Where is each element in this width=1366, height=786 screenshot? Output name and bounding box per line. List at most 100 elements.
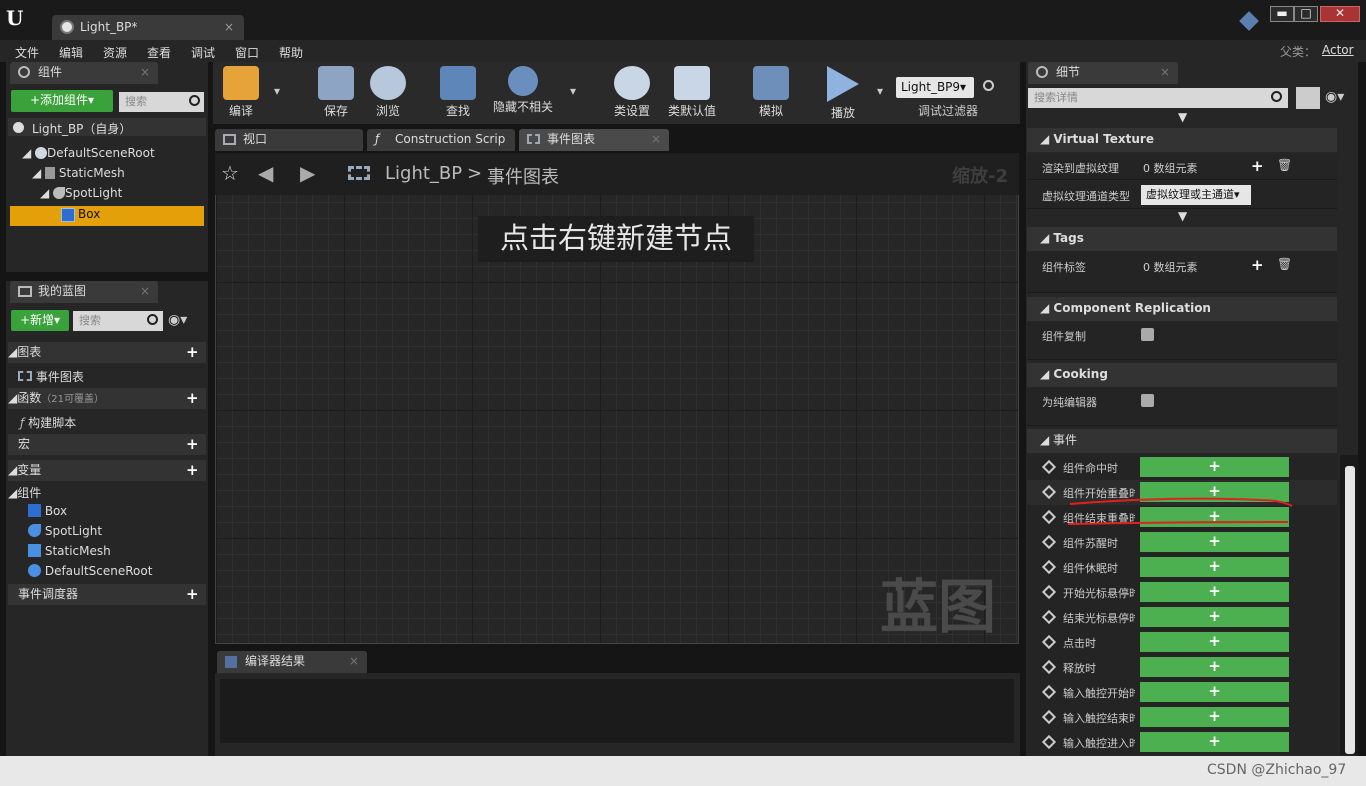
menu-file[interactable]: 文件: [15, 44, 39, 61]
replicates-checkbox[interactable]: [1141, 328, 1154, 341]
add-event-button[interactable]: +: [1140, 632, 1289, 652]
add-dispatcher-icon[interactable]: +: [186, 584, 199, 604]
add-event-button[interactable]: +: [1140, 657, 1289, 677]
add-graph-icon[interactable]: +: [186, 342, 199, 362]
add-function-icon[interactable]: +: [186, 388, 199, 408]
add-event-button[interactable]: +: [1140, 457, 1289, 477]
star-icon[interactable]: ☆: [221, 161, 239, 185]
event-label: 开始光标悬停时: [1063, 587, 1135, 600]
details-search-input[interactable]: 搜索详情: [1028, 88, 1288, 108]
find-button[interactable]: 查找: [430, 64, 486, 122]
category-events[interactable]: ◢ 事件: [1027, 429, 1337, 453]
parent-class-link[interactable]: Actor: [1322, 43, 1354, 57]
close-icon[interactable]: ×: [140, 281, 150, 302]
add-variable-icon[interactable]: +: [186, 460, 199, 480]
browse-icon: [370, 66, 406, 100]
scene-icon: [28, 564, 41, 577]
minimize-button[interactable]: ▬: [1270, 6, 1294, 22]
section-event-dispatchers[interactable]: 事件调度器 +: [8, 584, 206, 605]
var-staticmesh[interactable]: StaticMesh: [28, 544, 111, 558]
category-component-replication[interactable]: ◢ Component Replication: [1027, 297, 1337, 321]
add-element-icon[interactable]: +: [1251, 157, 1264, 175]
trash-icon[interactable]: 🗑: [1277, 257, 1292, 271]
add-event-button[interactable]: +: [1140, 582, 1289, 602]
menu-edit[interactable]: 编辑: [59, 44, 83, 61]
section-macros[interactable]: 宏 +: [8, 434, 206, 455]
simulate-button[interactable]: 模拟: [743, 64, 799, 122]
close-icon[interactable]: ×: [1160, 62, 1170, 83]
details-scrollbar-thumb[interactable]: [1345, 466, 1355, 754]
category-tags[interactable]: ◢ Tags: [1027, 227, 1337, 251]
category-cooking[interactable]: ◢ Cooking: [1027, 363, 1337, 387]
details-tab[interactable]: 细节 ×: [1028, 62, 1178, 84]
compile-button[interactable]: 编译: [213, 64, 269, 122]
tab-viewport[interactable]: 视口: [215, 129, 363, 151]
menu-debug[interactable]: 调试: [191, 44, 215, 61]
menu-view[interactable]: 查看: [147, 44, 171, 61]
property-matrix-icon[interactable]: [1296, 87, 1320, 109]
tree-item-defaultsceneroot[interactable]: ◢ DefaultSceneRoot: [22, 146, 155, 160]
blueprint-icon: [60, 20, 74, 34]
tree-item-box-selected[interactable]: [10, 206, 204, 226]
add-event-button[interactable]: +: [1140, 682, 1289, 702]
class-defaults-button[interactable]: 类默认值: [662, 64, 722, 122]
forward-arrow-icon[interactable]: ▶: [300, 161, 315, 185]
self-item[interactable]: Light_BP（自身）: [32, 120, 131, 137]
section-graphs[interactable]: ◢图表 +: [8, 342, 206, 363]
tab-event-graph[interactable]: 事件图表 ×: [519, 129, 669, 151]
add-element-icon[interactable]: +: [1251, 256, 1264, 274]
tree-item-spotlight[interactable]: ◢ SpotLight: [40, 186, 122, 200]
debug-object-dropdown[interactable]: Light_BP9▾: [896, 77, 974, 98]
expand-arrow-icon[interactable]: ▼: [1178, 209, 1187, 223]
maximize-button[interactable]: □: [1294, 6, 1318, 22]
play-options-icon[interactable]: ▾: [877, 84, 883, 98]
play-button[interactable]: 播放: [815, 64, 871, 122]
back-arrow-icon[interactable]: ◀: [258, 161, 273, 185]
var-spotlight[interactable]: SpotLight: [28, 524, 102, 538]
add-macro-icon[interactable]: +: [186, 434, 199, 454]
category-virtual-texture[interactable]: ◢ Virtual Texture: [1027, 128, 1337, 152]
add-event-button[interactable]: +: [1140, 532, 1289, 552]
tree-item-staticmesh[interactable]: ◢ StaticMesh: [32, 166, 125, 180]
close-icon[interactable]: ×: [140, 62, 150, 83]
document-tab[interactable]: Light_BP* ×: [52, 15, 244, 40]
var-defaultsceneroot[interactable]: DefaultSceneRoot: [28, 564, 152, 578]
event-graph-item[interactable]: 事件图表: [18, 368, 84, 385]
trash-icon[interactable]: 🗑: [1277, 158, 1292, 172]
menu-asset[interactable]: 资源: [103, 44, 127, 61]
editor-only-checkbox[interactable]: [1141, 394, 1154, 407]
my-blueprint-tab[interactable]: 我的蓝图 ×: [10, 281, 158, 303]
construction-script-item[interactable]: ƒ 构建脚本: [20, 414, 76, 431]
new-button[interactable]: +新增▾: [11, 310, 69, 331]
hide-options-icon[interactable]: ▾: [570, 84, 576, 98]
close-tab-icon[interactable]: ×: [224, 15, 234, 39]
add-event-button[interactable]: +: [1140, 732, 1289, 752]
save-button[interactable]: 保存: [308, 64, 364, 122]
add-event-button[interactable]: +: [1140, 557, 1289, 577]
compile-options-icon[interactable]: ▾: [274, 84, 280, 98]
var-box[interactable]: Box: [28, 504, 67, 518]
components-tab[interactable]: 组件 ×: [10, 62, 158, 84]
add-event-button[interactable]: +: [1140, 707, 1289, 727]
tab-construction-script[interactable]: ƒ Construction Scrip: [367, 129, 515, 151]
close-icon[interactable]: ×: [349, 651, 359, 672]
debug-search-icon[interactable]: [983, 80, 994, 91]
browse-button[interactable]: 浏览: [360, 64, 416, 122]
class-settings-button[interactable]: 类设置: [604, 64, 660, 122]
breadcrumb-root[interactable]: Light_BP: [385, 163, 462, 184]
hide-unrelated-button[interactable]: 隐藏不相关: [488, 64, 558, 122]
section-variables[interactable]: ◢变量 +: [8, 460, 206, 481]
eye-icon[interactable]: ◉▾: [168, 312, 187, 328]
add-event-button[interactable]: +: [1140, 607, 1289, 627]
eye-icon[interactable]: ◉▾: [1325, 89, 1344, 105]
virtual-texture-type-dropdown[interactable]: 虚拟纹理或主通道▾: [1141, 185, 1251, 205]
compiler-results-tab[interactable]: 编译器结果 ×: [217, 651, 367, 673]
add-component-button[interactable]: +添加组件▾: [11, 90, 113, 112]
expand-arrow-icon[interactable]: ▼: [1178, 110, 1187, 124]
menu-help[interactable]: 帮助: [279, 44, 303, 61]
section-functions[interactable]: ◢函数（21可覆盖） +: [8, 388, 206, 409]
subsection-components[interactable]: ◢组件: [8, 484, 41, 501]
menu-window[interactable]: 窗口: [235, 44, 259, 61]
close-window-button[interactable]: ✕: [1320, 6, 1360, 22]
close-icon[interactable]: ×: [651, 129, 661, 150]
